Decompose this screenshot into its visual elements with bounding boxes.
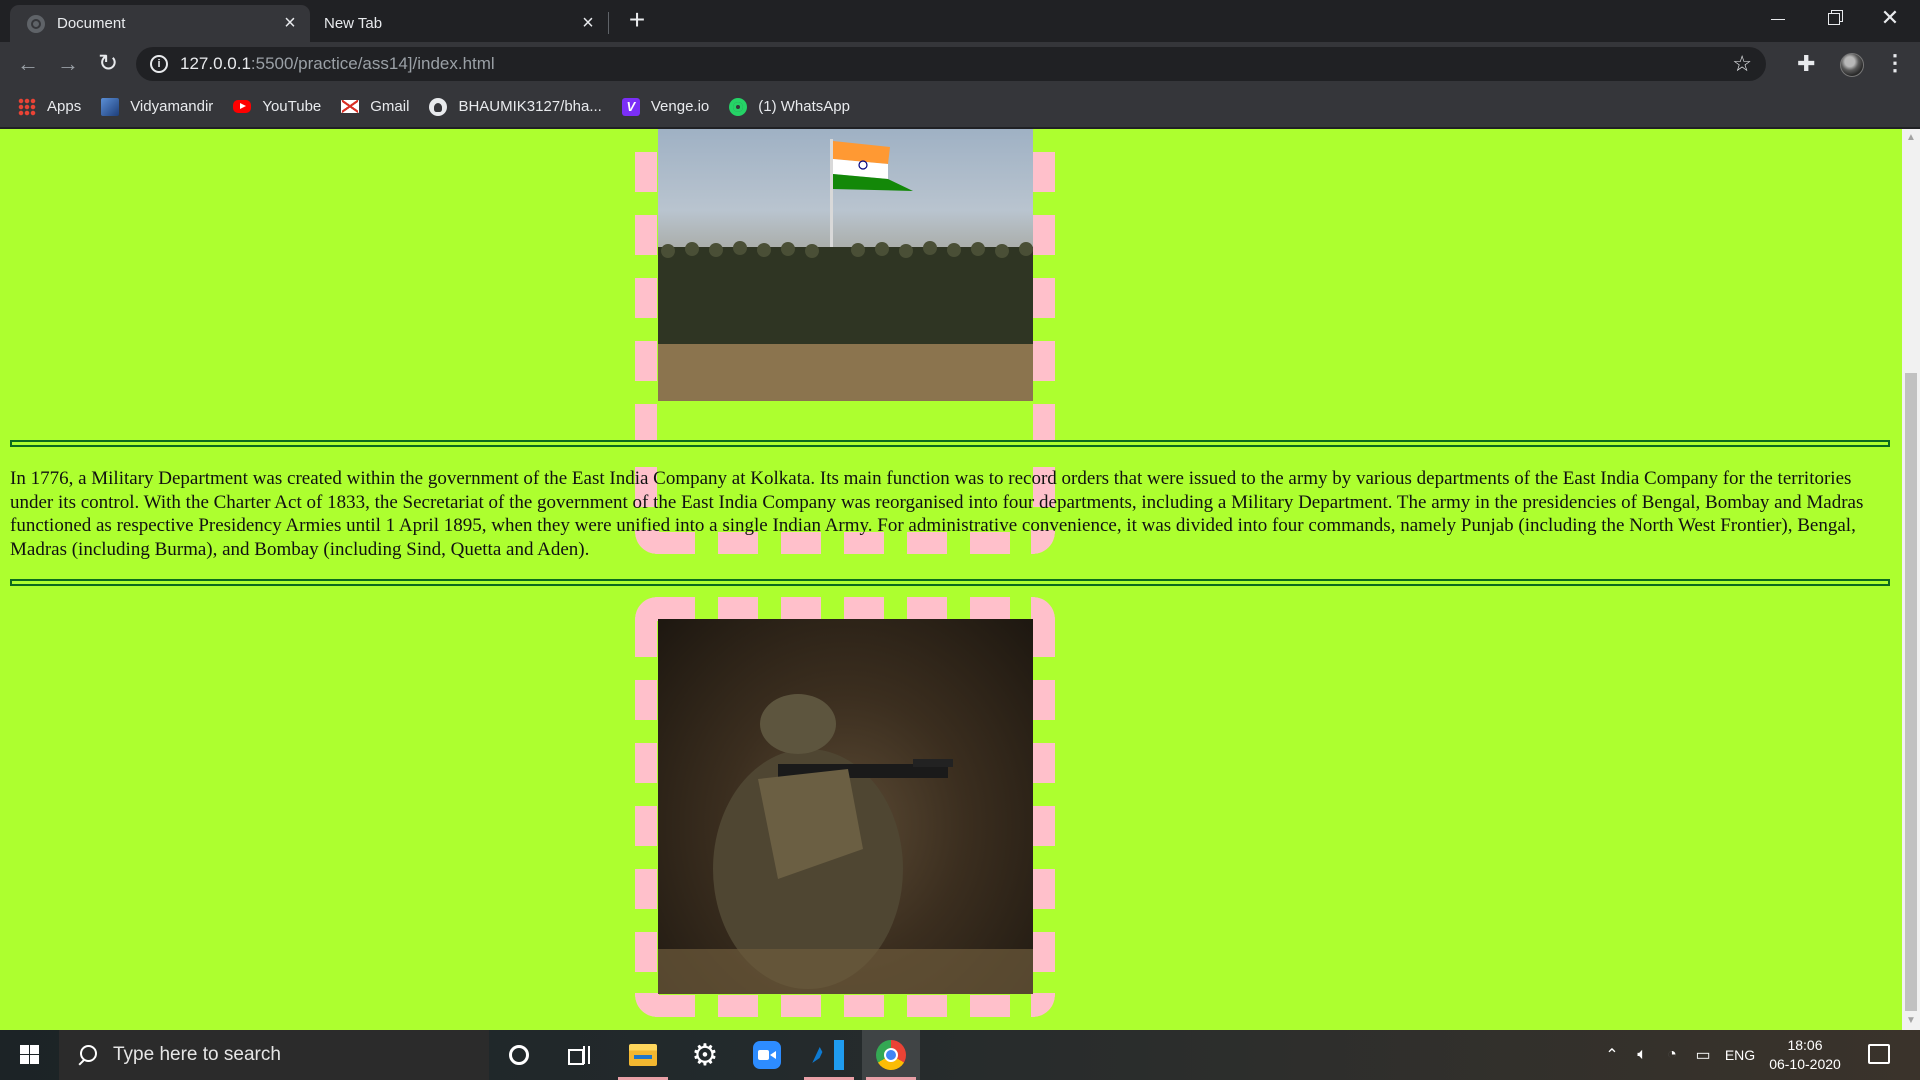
tab-separator [608,12,609,34]
url-path: :5500/practice/ass14]/index.html [250,54,495,73]
battery-icon[interactable]: ▭ [1690,1030,1716,1080]
back-button[interactable]: ← [12,48,44,80]
forward-button[interactable]: → [52,48,84,80]
taskbar-search-box[interactable]: Type here to search [59,1030,489,1080]
chrome-button[interactable] [862,1030,920,1080]
url-host: 127.0.0.1 [180,54,251,73]
page-viewport: In 1776, a Military Department was creat… [0,129,1902,1030]
scroll-down-arrow[interactable]: ▼ [1902,1012,1920,1030]
vscode-button[interactable] [800,1030,858,1080]
close-tab-icon[interactable]: × [278,12,302,36]
tab-new-tab[interactable]: New Tab × [312,5,608,42]
clock-time: 18:06 [1787,1037,1823,1053]
vidyamandir-icon [101,97,120,116]
horizontal-rule [10,440,1890,447]
chrome-icon [876,1040,906,1070]
gmail-icon [341,100,360,113]
windows-start-button[interactable] [0,1030,58,1080]
bookmark-github[interactable]: BHAUMIK3127/bha... [429,97,602,116]
reload-button[interactable]: ↻ [92,48,124,80]
settings-button[interactable]: ⚙ [676,1030,734,1080]
language-indicator[interactable]: ENG [1720,1030,1760,1080]
address-bar[interactable]: i 127.0.0.1:5500/practice/ass14]/index.h… [136,47,1766,81]
scroll-up-arrow[interactable]: ▲ [1902,129,1920,147]
bookmark-label: YouTube [262,98,322,115]
bookmark-star-icon[interactable]: ☆ [1732,51,1752,77]
globe-icon [27,14,45,33]
bookmark-label: (1) WhatsApp [758,98,850,115]
wifi-icon[interactable]: ◔ [1658,1030,1686,1080]
browser-toolbar: ← → ↻ i 127.0.0.1:5500/practice/ass14]/i… [0,42,1920,86]
profile-avatar[interactable] [1840,53,1864,77]
horizontal-rule [10,579,1890,586]
apps-grid-icon [18,97,36,116]
tab-document[interactable]: Document × [10,5,310,42]
folder-icon [629,1044,657,1066]
bookmark-apps[interactable]: Apps [18,97,82,116]
bookmark-label: Apps [47,98,82,115]
search-placeholder: Type here to search [113,1044,281,1065]
file-explorer-button[interactable] [614,1030,672,1080]
bookmark-label: Vidyamandir [130,98,214,115]
system-clock[interactable]: 18:06 06-10-2020 [1762,1036,1848,1074]
restore-button[interactable] [1806,0,1862,36]
soldier-photo-art [658,694,1033,994]
close-tab-icon[interactable]: × [576,12,600,36]
cortana-icon [509,1045,529,1065]
tab-title: Document [57,15,126,32]
vertical-scrollbar[interactable]: ▲ ▼ [1902,129,1920,1030]
bookmark-venge[interactable]: V Venge.io [621,97,710,116]
task-view-icon [568,1046,590,1065]
bookmark-gmail[interactable]: Gmail [341,98,409,115]
extensions-puzzle-icon[interactable]: ✚ [1797,51,1815,77]
show-hidden-icons-chevron-icon[interactable]: ⌃ [1600,1030,1624,1080]
youtube-icon [233,100,252,113]
task-view-button[interactable] [550,1030,608,1080]
zoom-icon [753,1041,781,1069]
windows-taskbar: Type here to search ⚙ ⌃ 🔈︎ ◔ ▭ ENG 18:06… [0,1030,1920,1080]
bookmark-youtube[interactable]: YouTube [233,98,321,115]
bookmark-label: Gmail [370,98,410,115]
venge-icon: V [621,97,640,116]
scrollbar-thumb[interactable] [1905,373,1917,1011]
bookmark-label: BHAUMIK3127/bha... [458,98,602,115]
army-photo-art [658,139,1033,401]
whatsapp-icon [729,97,748,116]
tab-strip: Document × New Tab × + ✕ [0,0,1920,42]
cortana-button[interactable] [490,1030,548,1080]
notifications-icon[interactable] [1868,1044,1890,1064]
kebab-menu-icon[interactable]: ⋮ [1884,50,1906,76]
tab-title: New Tab [324,15,383,32]
github-icon [429,97,448,116]
bookmark-whatsapp[interactable]: (1) WhatsApp [729,97,850,116]
new-tab-button[interactable]: + [622,6,652,36]
history-paragraph: In 1776, a Military Department was creat… [10,468,1864,560]
gear-icon: ⚙ [691,1038,719,1072]
close-window-button[interactable]: ✕ [1862,0,1918,36]
site-info-icon[interactable]: i [150,55,168,73]
minimize-button[interactable] [1750,0,1806,36]
url-text[interactable]: 127.0.0.1:5500/practice/ass14]/index.htm… [180,54,495,74]
bookmark-label: Venge.io [650,98,710,115]
volume-icon[interactable]: 🔈︎ [1628,1030,1656,1080]
zoom-button[interactable] [738,1030,796,1080]
clock-date: 06-10-2020 [1769,1056,1841,1072]
army-flag-photo [658,129,1033,401]
bookmark-vidyamandir[interactable]: Vidyamandir [101,97,214,116]
vscode-icon [814,1040,844,1070]
soldier-rifle-photo [658,619,1033,994]
bookmarks-bar: Apps Vidyamandir YouTube Gmail BHAUMIK31… [0,86,1920,128]
search-icon [77,1045,97,1065]
